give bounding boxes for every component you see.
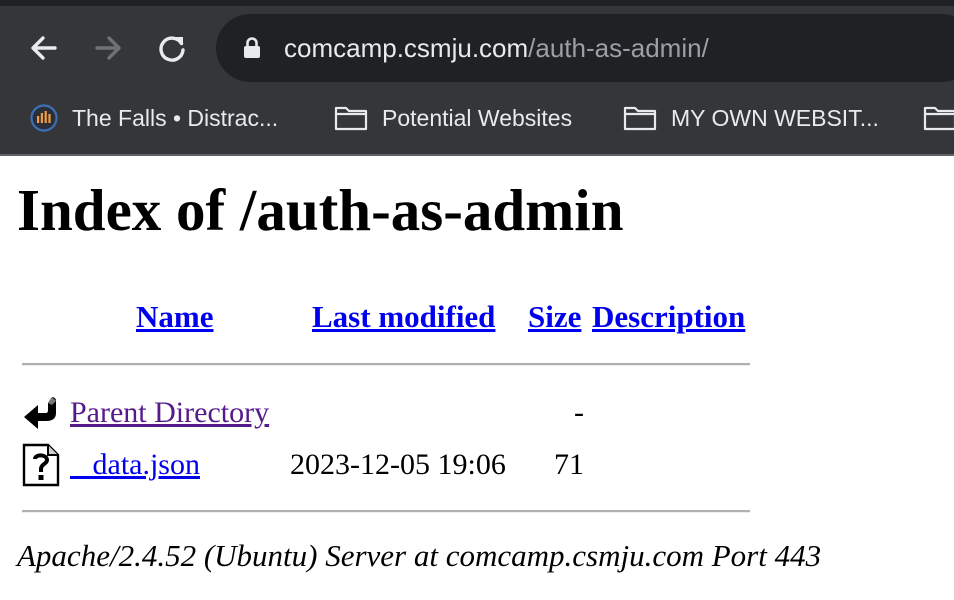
reload-button[interactable] (150, 26, 194, 70)
browser-chrome: comcamp.csmju.com/auth-as-admin/ The Fal… (0, 0, 954, 156)
file-link[interactable]: data.json (70, 447, 200, 483)
folder-icon (623, 105, 657, 131)
last-modified-cell: 2023-12-05 19:06 (290, 448, 506, 481)
folder-icon (923, 105, 954, 131)
forward-arrow-icon (95, 36, 121, 60)
parent-directory-link[interactable]: Parent Directory (70, 395, 269, 431)
reload-icon (159, 36, 185, 62)
podcast-bars-icon (30, 104, 58, 132)
address-bar[interactable]: comcamp.csmju.com/auth-as-admin/ (216, 14, 954, 82)
url-host: comcamp.csmju.com (284, 33, 529, 63)
bookmark-the-falls[interactable]: The Falls • Distrac... (30, 96, 278, 140)
size-cell: - (574, 396, 584, 429)
chrome-divider (0, 154, 954, 156)
footer-divider (22, 510, 750, 513)
sort-by-size-link[interactable]: Size (528, 298, 581, 336)
back-arrow-icon (31, 36, 57, 60)
page-title: Index of /auth-as-admin (17, 177, 624, 243)
header-divider (22, 363, 750, 366)
server-signature: Apache/2.4.52 (Ubuntu) Server at comcamp… (17, 538, 822, 573)
sort-by-description-link[interactable]: Description (592, 298, 745, 336)
tab-strip (0, 0, 954, 6)
lock-icon (244, 37, 260, 58)
bookmark-label: Potential Websites (382, 104, 573, 131)
sort-by-last-modified-link[interactable]: Last modified (312, 298, 495, 336)
back-arrow-icon (24, 397, 56, 429)
bookmark-label: The Falls • Distrac... (72, 104, 279, 131)
url-text: comcamp.csmju.com/auth-as-admin/ (284, 31, 709, 65)
url-path: /auth-as-admin/ (528, 33, 709, 63)
unknown-file-icon (22, 443, 60, 487)
sort-by-name-link[interactable]: Name (136, 298, 213, 336)
bookmark-label: MY OWN WEBSIT... (671, 104, 879, 131)
size-cell: 71 (554, 448, 584, 481)
bookmark-folder-overflow[interactable] (923, 96, 954, 140)
back-button[interactable] (22, 26, 66, 70)
listing-row-parent: Parent Directory - (0, 389, 954, 439)
bookmark-my-own-website[interactable]: MY OWN WEBSIT... (623, 96, 879, 140)
folder-icon (334, 105, 368, 131)
forward-button[interactable] (86, 26, 130, 70)
listing-row-file: data.json 2023-12-05 19:06 71 (0, 441, 954, 491)
bookmarks-bar: The Falls • Distrac... Potential Website… (0, 96, 954, 140)
bookmark-potential-websites[interactable]: Potential Websites (334, 96, 572, 140)
